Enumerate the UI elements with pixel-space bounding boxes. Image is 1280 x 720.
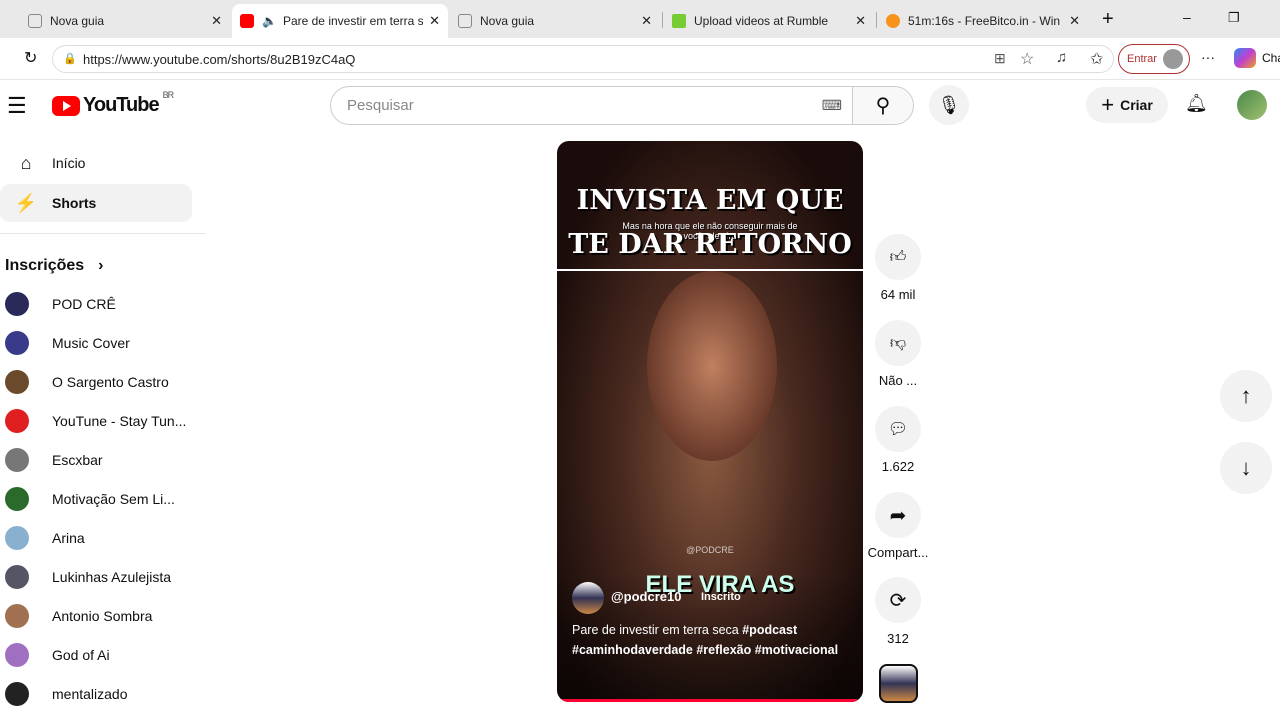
microphone-icon: 🎙 xyxy=(937,94,961,115)
subscription-item[interactable]: God of Ai xyxy=(5,640,110,670)
tab-rumble[interactable]: Upload videos at Rumble ✕ xyxy=(664,4,874,38)
page-icon xyxy=(28,14,42,28)
sidebar-item-inicio[interactable]: ⌂ Início xyxy=(0,144,192,182)
voice-search-button[interactable]: 🎙 xyxy=(929,85,969,125)
thumbs-down-icon: 👎︎ xyxy=(889,334,907,352)
channel-name[interactable]: @podcre10 xyxy=(611,589,681,604)
arrow-down-icon: ↓ xyxy=(1240,455,1252,480)
channel-avatar xyxy=(5,604,29,628)
close-tab-icon[interactable]: ✕ xyxy=(855,13,866,29)
plus-icon: + xyxy=(1101,92,1115,117)
channel-avatar xyxy=(5,682,29,706)
progress-fill xyxy=(557,699,857,702)
tab-nova-guia-1[interactable]: Nova guia ✕ xyxy=(20,4,230,38)
bitcoin-favicon xyxy=(886,14,900,28)
subscriptions-header[interactable]: Inscrições › xyxy=(5,257,103,275)
account-avatar[interactable] xyxy=(1237,90,1267,120)
short-title[interactable]: Pare de investir em terra seca #podcast … xyxy=(572,621,842,660)
close-tab-icon[interactable]: ✕ xyxy=(211,13,222,29)
chevron-right-icon: › xyxy=(98,257,104,274)
subscribed-button[interactable]: Inscrito xyxy=(701,591,741,603)
previous-short-button[interactable]: ↑ xyxy=(1220,370,1272,422)
channel-avatar xyxy=(5,331,29,355)
subscription-item[interactable]: mentalizado xyxy=(5,679,128,709)
remix-button[interactable]: ⟳ xyxy=(875,577,921,623)
thumbs-up-icon: 👍︎ xyxy=(889,248,907,266)
search-button[interactable]: ⚲ xyxy=(852,86,914,125)
dislike-button[interactable]: 👎︎ xyxy=(875,320,921,366)
subscription-item[interactable]: O Sargento Castro xyxy=(5,367,169,397)
subscription-item[interactable]: POD CRÊ xyxy=(5,289,116,319)
hamburger-menu-icon[interactable]: ☰ xyxy=(7,93,27,119)
channel-avatar xyxy=(5,292,29,316)
arrow-up-icon: ↑ xyxy=(1240,383,1252,408)
minimize-button[interactable]: – xyxy=(1183,9,1191,25)
home-icon: ⌂ xyxy=(20,152,32,173)
more-menu-icon[interactable]: ··· xyxy=(1201,49,1215,65)
close-tab-icon[interactable]: ✕ xyxy=(1069,13,1080,29)
media-icon[interactable]: ♫ xyxy=(1056,49,1067,66)
short-video-player[interactable]: INVISTA EM QUE Mas na hora que ele não c… xyxy=(557,141,863,702)
url-field[interactable]: 🔒 https://www.youtube.com/shorts/8u2B19zC… xyxy=(52,45,1114,73)
tab-bar: Nova guia✕ 🔈Pare de investir em terra se… xyxy=(0,0,1280,38)
subscription-item[interactable]: Arina xyxy=(5,523,85,553)
subscription-item[interactable]: Music Cover xyxy=(5,328,130,358)
rumble-favicon xyxy=(672,14,686,28)
reload-icon[interactable]: ↻ xyxy=(24,48,37,68)
subscription-item[interactable]: YouTune - Stay Tun... xyxy=(5,406,186,436)
speaker-icon[interactable]: 🔈 xyxy=(262,14,277,28)
comment-icon: 💬︎ xyxy=(887,421,909,438)
channel-avatar xyxy=(5,565,29,589)
youtube-favicon xyxy=(240,14,254,28)
remix-icon: ⟳ xyxy=(889,589,907,612)
tab-freebitco[interactable]: 51m:16s - FreeBitco.in - Win free✕ xyxy=(878,4,1088,38)
sign-in-button[interactable]: Entrar xyxy=(1118,44,1190,74)
close-tab-icon[interactable]: ✕ xyxy=(641,13,652,29)
sidebar-item-shorts[interactable]: ⚡ Shorts xyxy=(0,184,192,222)
search-icon: ⚲ xyxy=(875,95,891,117)
channel-avatar xyxy=(5,643,29,667)
tab-nova-guia-2[interactable]: Nova guia ✕ xyxy=(450,4,660,38)
progress-track[interactable] xyxy=(557,699,863,702)
restore-button[interactable]: ❐ xyxy=(1228,10,1240,26)
subscription-item[interactable]: Motivação Sem Li... xyxy=(5,484,175,514)
share-arrow-icon: ➦ xyxy=(889,504,907,527)
search-input[interactable]: Pesquisar ⌨ xyxy=(330,86,853,125)
channel-avatar xyxy=(5,487,29,511)
create-button[interactable]: + Criar xyxy=(1086,87,1168,123)
tab-youtube-active[interactable]: 🔈Pare de investir em terra seca✕ xyxy=(232,4,448,38)
app-icon[interactable]: ⊞ xyxy=(994,50,1006,67)
like-button[interactable]: 👍︎ xyxy=(875,234,921,280)
page-icon xyxy=(458,14,472,28)
comments-button[interactable]: 💬︎ xyxy=(875,406,921,452)
shorts-icon: ⚡ xyxy=(14,192,38,213)
divider xyxy=(0,233,206,234)
person-face xyxy=(647,271,777,461)
keyboard-icon[interactable]: ⌨ xyxy=(822,97,842,114)
favorite-star-icon[interactable]: ☆ xyxy=(1020,49,1034,69)
channel-avatar[interactable] xyxy=(572,582,604,614)
notifications-bell-icon[interactable]: 🔔︎ xyxy=(1185,93,1208,114)
tab-separator xyxy=(662,12,663,28)
favorites-icon[interactable]: ✩ xyxy=(1090,49,1103,69)
subscription-item[interactable]: Antonio Sombra xyxy=(5,601,152,631)
subscription-item[interactable]: Escxbar xyxy=(5,445,103,475)
copilot-button[interactable]: Cha xyxy=(1234,48,1280,68)
share-button[interactable]: ➦ xyxy=(875,492,921,538)
close-tab-icon[interactable]: ✕ xyxy=(429,13,440,29)
tab-separator xyxy=(876,12,877,28)
channel-avatar xyxy=(5,409,29,433)
lock-icon: 🔒 xyxy=(63,53,77,65)
subscription-item[interactable]: Lukinhas Azulejista xyxy=(5,562,171,592)
new-tab-button[interactable]: + xyxy=(1102,8,1114,31)
youtube-play-icon xyxy=(52,95,80,116)
sound-source-avatar[interactable] xyxy=(879,664,918,703)
channel-avatar xyxy=(5,526,29,550)
channel-avatar xyxy=(5,448,29,472)
channel-avatar xyxy=(5,370,29,394)
profile-avatar-icon xyxy=(1162,49,1183,69)
copilot-icon xyxy=(1234,48,1256,68)
next-short-button[interactable]: ↓ xyxy=(1220,442,1272,494)
youtube-logo[interactable]: YouTube BR xyxy=(52,90,174,117)
